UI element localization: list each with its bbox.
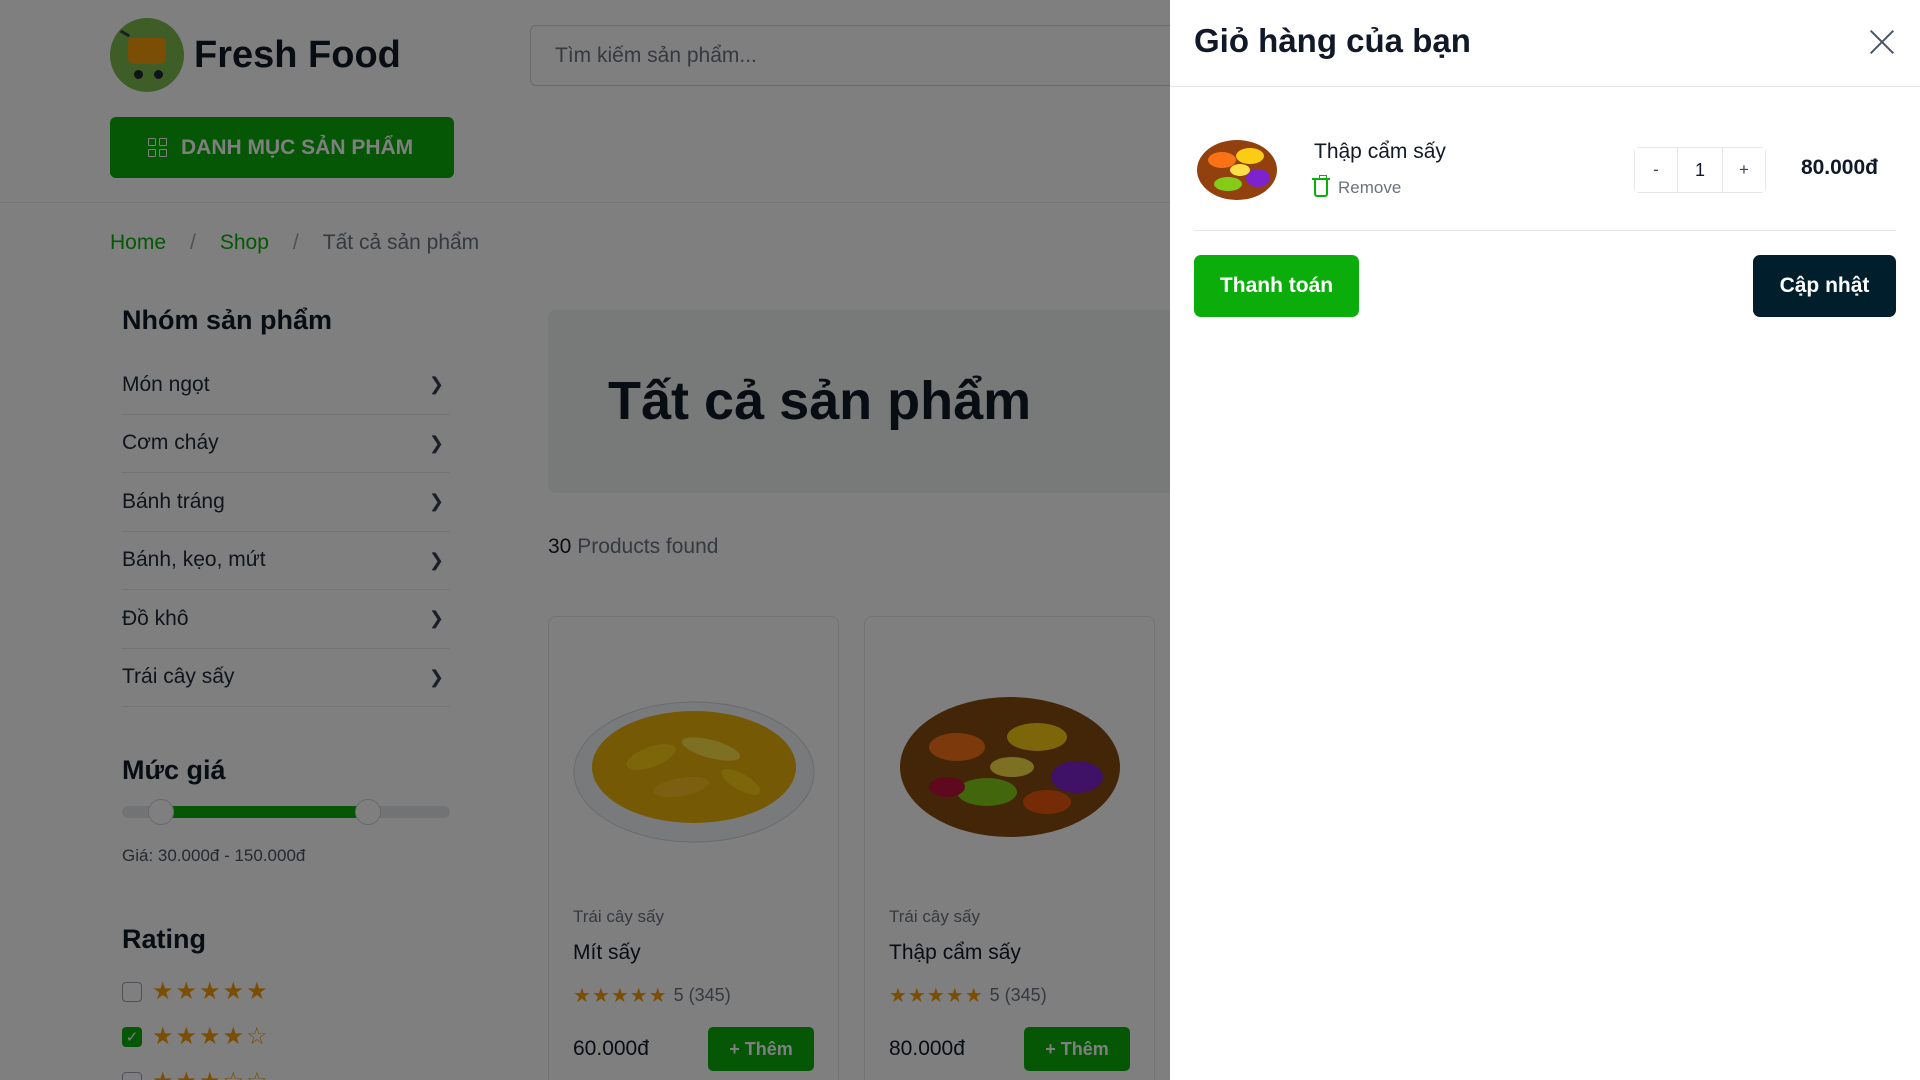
cart-header: Giỏ hàng của bạn (1170, 0, 1920, 87)
remove-label: Remove (1338, 178, 1402, 197)
cart-title: Giỏ hàng của bạn (1194, 22, 1471, 59)
close-icon[interactable] (1868, 28, 1896, 56)
increase-qty-button[interactable]: + (1723, 148, 1765, 192)
checkout-button[interactable]: Thanh toán (1194, 255, 1359, 317)
trash-icon (1312, 174, 1330, 197)
cart-item-name[interactable]: Thập cẩm sấy (1314, 140, 1446, 164)
quantity-input[interactable] (1677, 148, 1723, 192)
cart-item: Thập cẩm sấy Remove - + 80.000đ (1194, 118, 1896, 231)
decrease-qty-button[interactable]: - (1635, 148, 1677, 192)
cart-item-total: 80.000đ (1800, 156, 1878, 179)
remove-item-button[interactable]: Remove (1312, 174, 1402, 198)
cart-item-image (1197, 140, 1277, 200)
cart-drawer: Giỏ hàng của bạn Thập cẩm sấy Remove - +… (1170, 0, 1920, 1080)
quantity-stepper: - + (1634, 147, 1766, 193)
update-cart-button[interactable]: Cập nhật (1753, 255, 1896, 317)
